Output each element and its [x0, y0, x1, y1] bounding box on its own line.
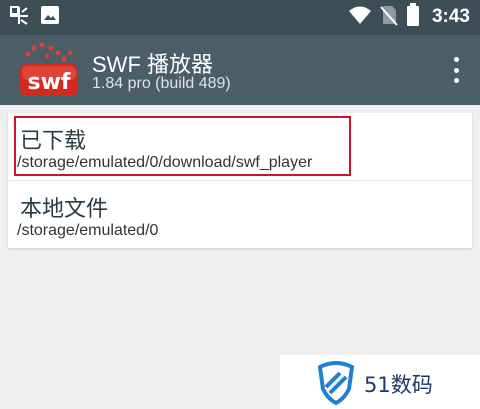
- notification-app-icon: [8, 4, 30, 30]
- folder-path: /storage/emulated/0: [17, 222, 159, 239]
- app-bar: swf SWF 播放器 1.84 pro (build 489): [0, 35, 480, 105]
- watermark-text: 51数码: [364, 373, 433, 397]
- no-sim-icon: [380, 4, 398, 30]
- watermark: 51数码: [280, 355, 480, 409]
- status-bar: 3:43: [0, 0, 480, 35]
- battery-icon: [406, 3, 420, 31]
- status-time: 3:43: [431, 6, 470, 27]
- highlight-annotation: [14, 116, 351, 176]
- logo-text: swf: [28, 70, 71, 95]
- shield-logo-icon: [317, 361, 355, 405]
- image-icon: [40, 5, 60, 29]
- app-logo: swf: [18, 42, 80, 98]
- overflow-menu-icon[interactable]: [450, 57, 462, 83]
- status-bar-right-icons: 3:43: [348, 3, 470, 31]
- wifi-icon: [348, 5, 372, 29]
- folder-title: 本地文件: [20, 197, 109, 222]
- folder-item-local-files[interactable]: 本地文件 /storage/emulated/0: [8, 180, 472, 248]
- app-version: 1.84 pro (build 489): [92, 75, 231, 92]
- status-bar-left-icons: [8, 5, 60, 29]
